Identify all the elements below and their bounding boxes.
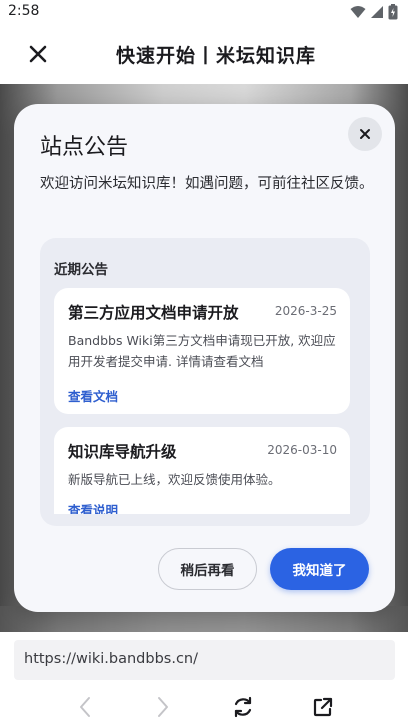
- status-bar: 2:58: [0, 0, 408, 24]
- notice-title: 知识库导航升级: [68, 443, 177, 461]
- notice-body: Bandbbs Wiki第三方文档申请现已开放, 欢迎应用开发者提交申请. 详情…: [68, 333, 336, 369]
- notice-list[interactable]: 第三方应用文档申请开放 2026-3-25 Bandbbs Wiki第三方文档申…: [54, 288, 350, 514]
- battery-icon: [388, 4, 398, 20]
- back-button[interactable]: [70, 692, 100, 722]
- notice-card: 第三方应用文档申请开放 2026-3-25 Bandbbs Wiki第三方文档申…: [54, 288, 350, 414]
- refresh-icon: [234, 696, 252, 718]
- status-time: 2:58: [8, 3, 40, 19]
- page-title: 快速开始丨米坛知识库: [115, 45, 316, 67]
- view-details-link[interactable]: 查看说明: [68, 500, 118, 514]
- app-bar: 快速开始丨米坛知识库: [0, 24, 408, 84]
- url-area: https://wiki.bandbbs.cn/: [0, 632, 408, 682]
- notice-date: 2026-3-25: [274, 304, 337, 318]
- browser-nav-bar: [0, 682, 408, 728]
- forward-button[interactable]: [148, 692, 178, 722]
- notice-date: 2026-03-10: [267, 443, 337, 457]
- acknowledge-button[interactable]: 我知道了: [270, 548, 369, 590]
- dialog-title: 站点公告: [40, 135, 129, 160]
- close-icon: [360, 129, 370, 139]
- recent-notices-panel: 近期公告 第三方应用文档申请开放 2026-3-25 Bandbbs Wiki第…: [40, 238, 370, 526]
- cellular-signal-icon: [371, 6, 383, 18]
- notice-card: 知识库导航升级 2026-03-10 新版导航已上线，欢迎反馈使用体验。 查看说…: [54, 427, 350, 514]
- refresh-button[interactable]: [228, 692, 258, 722]
- recent-notices-heading: 近期公告: [54, 262, 108, 278]
- remind-later-button[interactable]: 稍后再看: [158, 548, 257, 590]
- wifi-icon: [350, 6, 366, 18]
- chevron-right-icon: [158, 697, 168, 717]
- status-icons: [350, 4, 398, 20]
- chevron-left-icon: [80, 697, 90, 717]
- notice-title: 第三方应用文档申请开放: [68, 304, 239, 322]
- dialog-close-button[interactable]: [348, 117, 382, 151]
- view-docs-link[interactable]: 查看文档: [68, 386, 118, 405]
- url-bar[interactable]: https://wiki.bandbbs.cn/: [14, 640, 395, 680]
- open-external-icon: [313, 697, 333, 717]
- open-external-button[interactable]: [308, 692, 338, 722]
- notice-body: 新版导航已上线，欢迎反馈使用体验。: [68, 472, 281, 487]
- announcement-dialog: 站点公告 欢迎访问米坛知识库！如遇问题，可前往社区反馈。 近期公告 第三方应用文…: [14, 104, 395, 612]
- dialog-intro-text: 欢迎访问米坛知识库！如遇问题，可前往社区反馈。: [40, 176, 374, 192]
